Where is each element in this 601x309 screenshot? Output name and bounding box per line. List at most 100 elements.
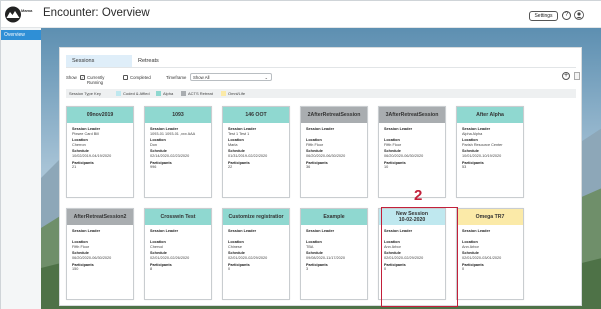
participants-value: 22 — [228, 165, 233, 170]
participants-value: 21 — [72, 165, 77, 170]
currently-running-label: Currently Running — [87, 75, 105, 85]
participants-value: 8 — [150, 267, 153, 272]
session-leader-value — [72, 234, 134, 239]
session-card-details: Session Leader 1093-01 1093-01 ,xxx AAA Lo… — [150, 127, 212, 172]
timeframe-select[interactable]: Show All ⌄ — [190, 73, 272, 81]
session-card-title-text: Example — [323, 214, 345, 220]
location-value: Marla — [228, 142, 238, 147]
highlight-box — [381, 207, 458, 307]
tab-sessions[interactable]: Sessions — [66, 55, 132, 67]
schedule-value: 09/08/2020-11/17/2020 — [306, 255, 345, 260]
session-card[interactable]: Crosswin Test Session Leader Location Cherv… — [144, 208, 212, 300]
sessions-panel: Sessions Retreats Show ✓ Currently Runni… — [59, 47, 582, 306]
session-card-title-text: 1093 — [172, 112, 184, 118]
session-card-title-text: 2AfterRetreatSession — [307, 112, 361, 118]
logo-text: Mama — [21, 8, 33, 13]
session-leader-value: Alpha Alpha — [462, 131, 483, 136]
session-card-title-text: Customize registratior — [228, 214, 284, 220]
session-card-title: 09nov2019 — [67, 107, 133, 123]
session-card-title: Customize registratior — [223, 209, 289, 225]
session-card-details: Session Leader Location TBA Schedule 09/08/2… — [306, 229, 368, 274]
annotation-number: 2 — [414, 187, 423, 204]
session-card-details: Session Leader Location Chinese Schedule 02/… — [228, 229, 290, 274]
session-card[interactable]: AfterRetreatSession2 Session Leader Locati… — [66, 208, 134, 300]
session-card[interactable]: 09nov2019 Session Leader Pixsee Card Bill L… — [66, 106, 134, 198]
session-card-title-text: 09nov2019 — [86, 112, 114, 118]
session-card-title: Crosswin Test — [145, 209, 211, 225]
session-card[interactable]: 1093 Session Leader 1093-01 1093-01 ,xxx A… — [144, 106, 212, 198]
session-card[interactable]: 3AfterRetreatSession Session Leader Locati… — [378, 106, 446, 198]
session-card-title-text: Crosswin Test — [160, 214, 196, 220]
participants-value: 10 — [384, 165, 389, 170]
help-icon[interactable]: ? — [562, 11, 571, 20]
participants-value: 150 — [72, 267, 79, 272]
session-card[interactable]: Customize registratior Session Leader Loca… — [222, 208, 290, 300]
session-card-title: 146 OOT — [223, 107, 289, 123]
session-card-title: Omega TR7 — [457, 209, 523, 225]
session-card-title: AfterRetreatSession2 — [67, 209, 133, 225]
schedule-value: 10/02/2019-04/19/2020 — [72, 153, 112, 158]
completed-label: Completed — [130, 75, 151, 80]
legend-label: Alpha — [163, 91, 174, 96]
location-value: TBA — [306, 244, 314, 249]
top-header: Mama Encounter: Overview Settings ? — [1, 1, 601, 28]
participants-value: 53 — [462, 165, 467, 170]
legend-swatch — [221, 91, 226, 96]
session-card-title-text: Omega TR7 — [475, 214, 505, 220]
add-session-icon[interactable]: + — [562, 72, 570, 80]
page-title: Encounter: Overview — [43, 7, 150, 19]
location-value: Ann Arbor — [462, 244, 479, 249]
sidebar: Overview — [1, 28, 41, 309]
session-card-title: 1093 — [145, 107, 211, 123]
session-card[interactable]: After Alpha Session Leader Alpha Alpha Loca… — [456, 106, 524, 198]
session-leader-value: 1093-01 1093-01 ,xxx AAA — [150, 131, 196, 136]
session-card-title: Example — [301, 209, 367, 225]
session-card-title: 3AfterRetreatSession — [379, 107, 445, 123]
session-card-details: Session Leader Location Fifth Floor Schedul… — [306, 127, 368, 172]
app-frame: Mama Encounter: Overview Settings ? Over… — [0, 0, 601, 309]
session-card-title: 2AfterRetreatSession — [301, 107, 367, 123]
legend-title: Session Type Key — [69, 91, 101, 96]
session-card-details: Session Leader Location Fifth Floor Schedul… — [72, 229, 134, 274]
session-card-details: Session Leader Pixsee Card Bill Location Ch… — [72, 127, 134, 172]
sidebar-item-overview[interactable]: Overview — [1, 30, 41, 40]
currently-running-checkbox[interactable]: ✓ — [80, 74, 85, 80]
location-value: Parish Resource Center — [462, 142, 503, 147]
session-card[interactable]: 146 OOT Session Leader Test 1 Test 1 Locati… — [222, 106, 290, 198]
location-value: Don — [150, 142, 157, 147]
completed-checkbox[interactable] — [123, 74, 128, 80]
session-card[interactable]: 2AfterRetreatSession Session Leader Locati… — [300, 106, 368, 198]
session-leader-value: Pixsee Card Bill — [72, 131, 99, 136]
schedule-value: 01/31/2019-02/22/2020 — [228, 153, 268, 158]
document-icon[interactable] — [574, 72, 580, 80]
tab-retreats[interactable]: Retreats — [132, 55, 192, 67]
schedule-value: 02/01/2020-02/26/2020 — [150, 255, 190, 260]
settings-button[interactable]: Settings — [529, 11, 558, 21]
session-card-details: Session Leader Location Chervol Schedule 02/… — [150, 229, 212, 274]
participants-value: 0 — [228, 267, 231, 272]
session-leader-value — [150, 234, 212, 239]
session-leader-value — [306, 234, 368, 239]
legend-swatch — [156, 91, 161, 96]
legend-swatch — [116, 91, 121, 96]
chevron-down-icon: ⌄ — [264, 75, 268, 80]
tab-divider — [66, 67, 576, 68]
schedule-value: 06/20/2020-06/30/2020 — [384, 153, 424, 158]
show-label: Show — [66, 75, 77, 80]
legend-label: ACTS Retreat — [188, 91, 213, 96]
timeframe-value: Show All — [193, 75, 210, 80]
session-card-details: Session Leader Alpha Alpha Location Parish … — [462, 127, 524, 172]
location-value: Cherron — [72, 142, 86, 147]
session-card[interactable]: Omega TR7 Session Leader Location Ann Arbor… — [456, 208, 524, 300]
session-card-details: Session Leader Location Ann Arbor Schedule 0… — [462, 229, 524, 274]
user-avatar-icon[interactable] — [574, 10, 584, 20]
schedule-value: 10/01/2020-10/19/2020 — [462, 153, 502, 158]
session-card-title-text: After Alpha — [476, 112, 504, 118]
schedule-value: 06/20/2020-06/30/2020 — [306, 153, 346, 158]
session-card-details: Session Leader Location Fifth Floor Schedul… — [384, 127, 446, 172]
location-value: Chinese — [228, 244, 242, 249]
session-card[interactable]: Example Session Leader Location TBA Schedule… — [300, 208, 368, 300]
session-card-title-text: 146 OOT — [245, 112, 267, 118]
session-leader-value — [384, 132, 446, 137]
schedule-value: 02/01/2020-02/29/2020 — [228, 255, 268, 260]
